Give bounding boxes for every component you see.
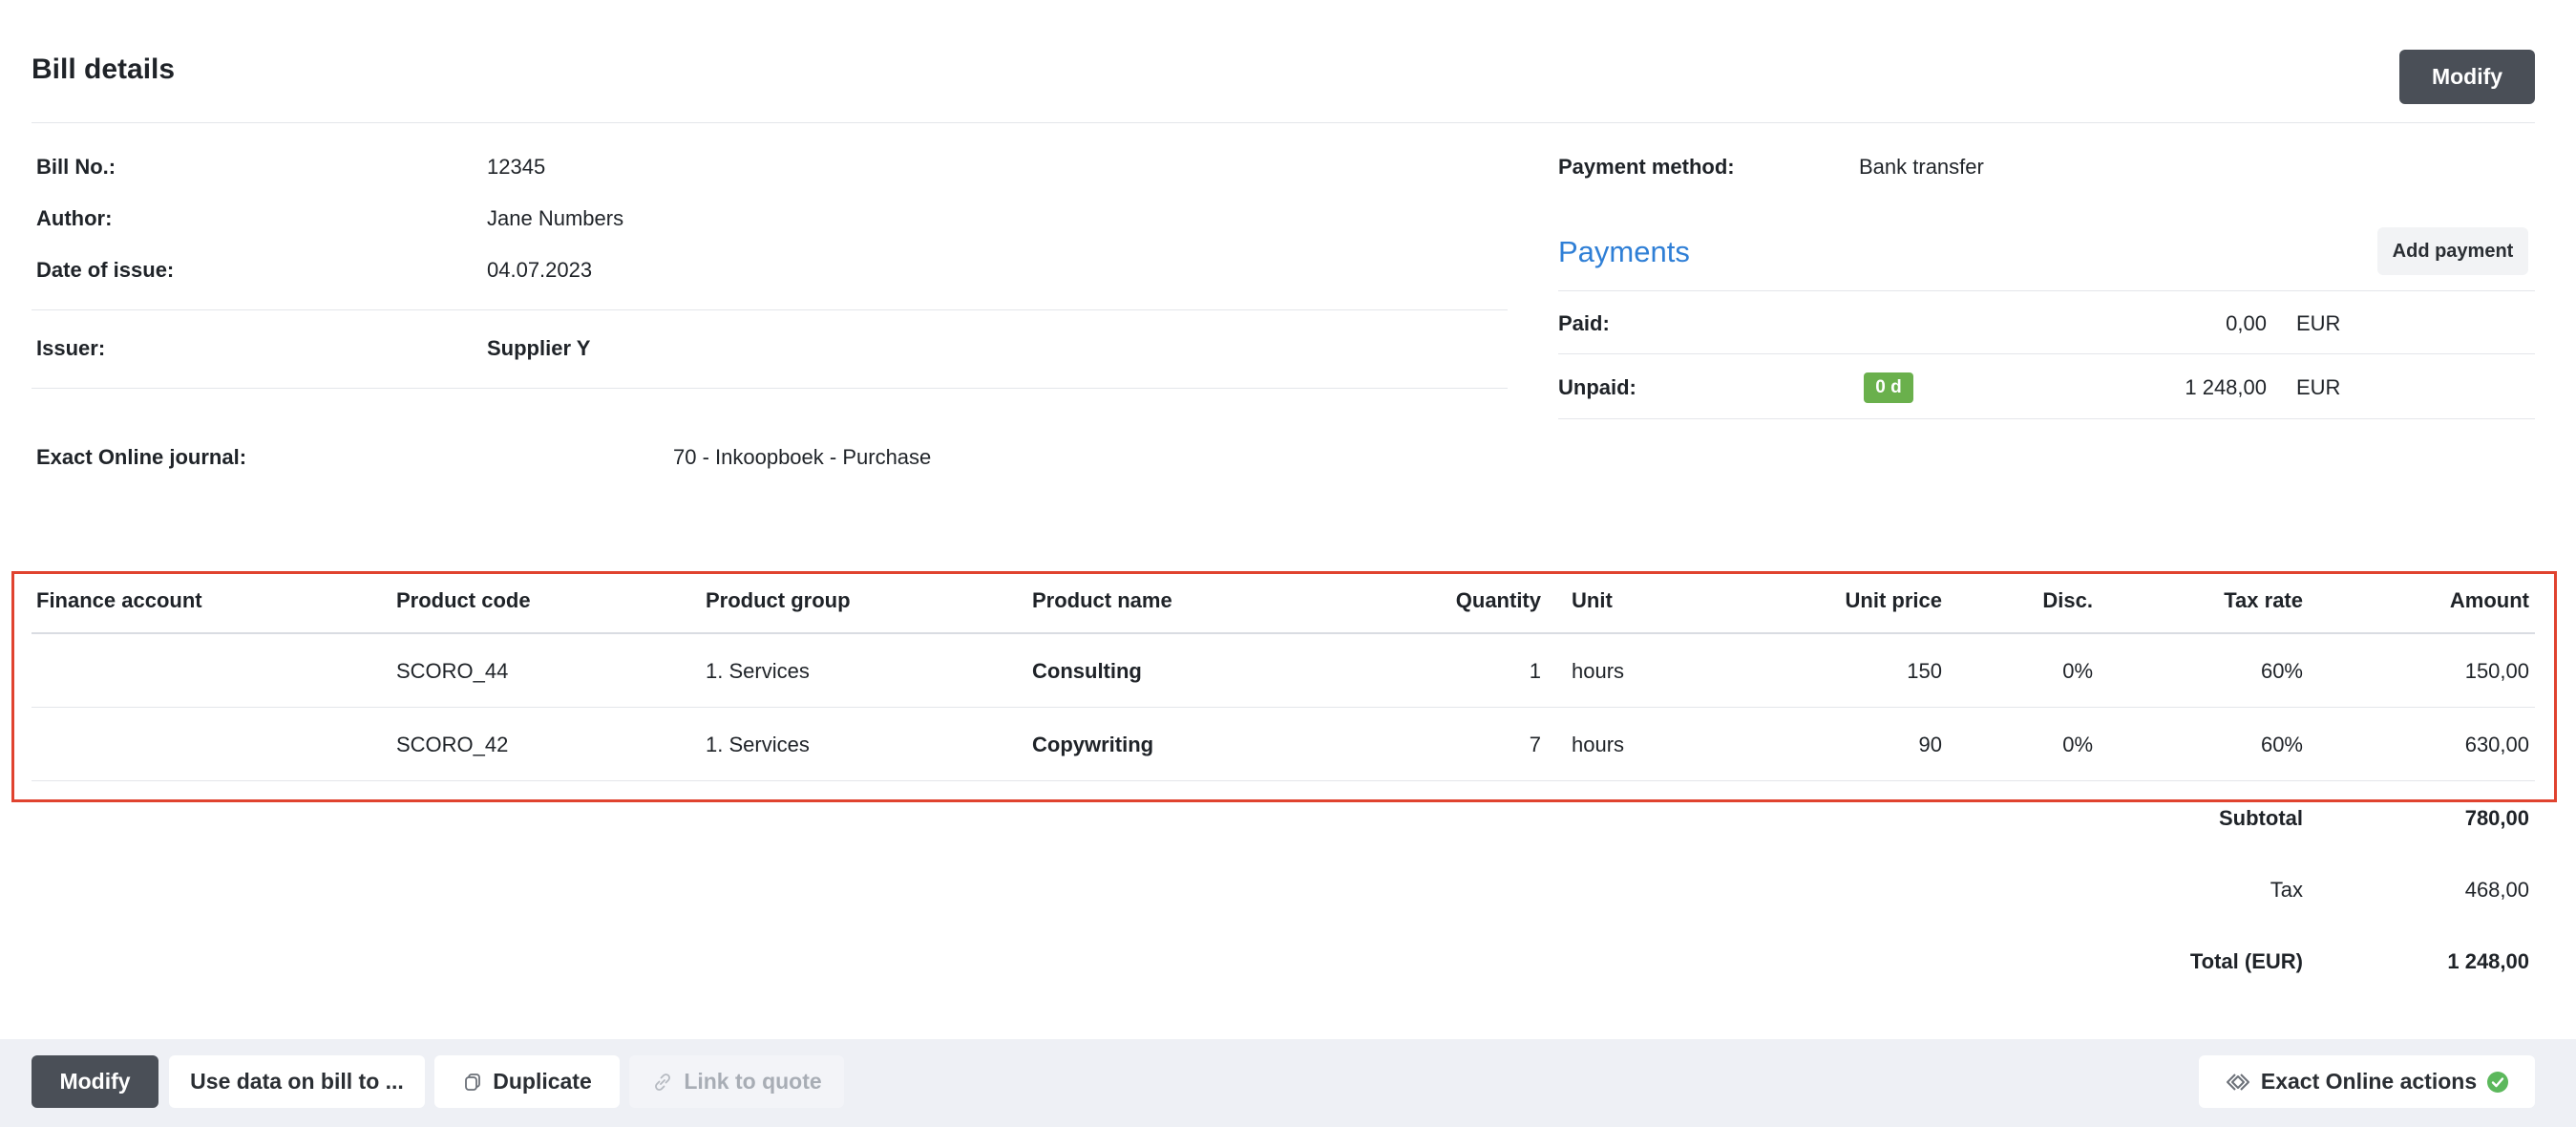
cell-product-group: 1. Services [706,733,810,756]
journal-label: Exact Online journal: [36,445,247,469]
modify-button-top[interactable]: Modify [2399,50,2535,104]
total-value: 1 248,00 [2447,949,2529,973]
bill-no-value: 12345 [487,155,546,179]
unpaid-currency: EUR [2296,375,2341,399]
check-circle-icon [2486,1071,2509,1094]
add-payment-label: Add payment [2392,240,2514,262]
payments-divider-1 [1558,290,2535,291]
duplicate-icon [462,1072,483,1093]
cell-unit: hours [1572,659,1625,683]
cell-quantity: 1 [1529,659,1541,683]
cell-product-name: Copywriting [1032,733,1154,756]
date-of-issue-value: 04.07.2023 [487,258,593,282]
link-to-quote-button[interactable]: Link to quote [629,1055,844,1108]
issuer-value[interactable]: Supplier Y [487,336,590,361]
cell-discount: 0% [2062,733,2093,756]
col-product-code: Product code [396,588,531,612]
payment-method-label: Payment method: [1558,155,1735,179]
cell-unit-price: 90 [1918,733,1942,756]
details-divider-1 [32,309,1508,310]
use-data-label: Use data on bill to ... [190,1069,404,1094]
cell-quantity: 7 [1529,733,1541,756]
col-product-group: Product group [706,588,851,612]
cell-product-name: Consulting [1032,659,1142,683]
author-value: Jane Numbers [487,206,624,230]
header-divider [32,122,2535,123]
cell-product-code: SCORO_44 [396,659,509,683]
col-unit: Unit [1572,588,1613,612]
link-to-quote-label: Link to quote [684,1069,822,1094]
col-tax-rate: Tax rate [2224,588,2303,612]
paid-amount: 0,00 [2226,311,2267,335]
payments-divider-2 [1558,353,2535,354]
tax-value: 468,00 [2464,878,2529,902]
duplicate-label: Duplicate [493,1069,592,1094]
col-unit-price: Unit price [1845,588,1942,612]
cell-product-code: SCORO_42 [396,733,509,756]
issuer-label: Issuer: [36,336,106,360]
subtotal-value: 780,00 [2464,806,2529,830]
use-data-button[interactable]: Use data on bill to ... [169,1055,425,1108]
modify-footer-label: Modify [59,1069,131,1094]
cell-product-group: 1. Services [706,659,810,683]
unpaid-amount: 1 248,00 [2185,375,2267,399]
subtotal-label: Subtotal [2219,806,2303,830]
payments-title: Payments [1558,235,1690,268]
col-quantity: Quantity [1455,588,1541,612]
unpaid-label: Unpaid: [1558,375,1636,399]
details-divider-2 [32,388,1508,389]
cell-amount: 630,00 [2464,733,2529,756]
date-of-issue-label: Date of issue: [36,258,175,282]
exact-online-icon [2225,1072,2251,1093]
cell-tax-rate: 60% [2260,733,2303,756]
exact-online-actions-label: Exact Online actions [2260,1069,2478,1094]
cell-tax-rate: 60% [2260,659,2303,683]
author-label: Author: [36,206,113,230]
journal-value: 70 - Inkoopboek - Purchase [673,445,932,469]
payment-method-value: Bank transfer [1859,155,1984,179]
col-discount: Disc. [2042,588,2093,612]
days-overdue-badge: 0 d [1864,372,1913,403]
col-finance-account: Finance account [36,588,202,612]
cell-unit-price: 150 [1907,659,1942,683]
duplicate-button[interactable]: Duplicate [434,1055,620,1108]
modify-label: Modify [2431,64,2503,89]
paid-label: Paid: [1558,311,1610,335]
modify-button-footer[interactable]: Modify [32,1055,158,1108]
page-title: Bill details [32,53,176,85]
cell-amount: 150,00 [2464,659,2529,683]
paid-currency: EUR [2296,311,2341,335]
tax-label: Tax [2270,878,2303,902]
col-product-name: Product name [1032,588,1172,612]
exact-online-actions-button[interactable]: Exact Online actions [2199,1055,2535,1108]
bill-no-label: Bill No.: [36,155,116,179]
payments-divider-3 [1558,418,2535,419]
total-label: Total (EUR) [2189,949,2303,973]
link-icon [651,1071,674,1094]
cell-discount: 0% [2062,659,2093,683]
col-amount: Amount [2449,588,2529,612]
row-divider-2 [32,780,2535,781]
add-payment-button[interactable]: Add payment [2377,227,2528,275]
cell-unit: hours [1572,733,1625,756]
